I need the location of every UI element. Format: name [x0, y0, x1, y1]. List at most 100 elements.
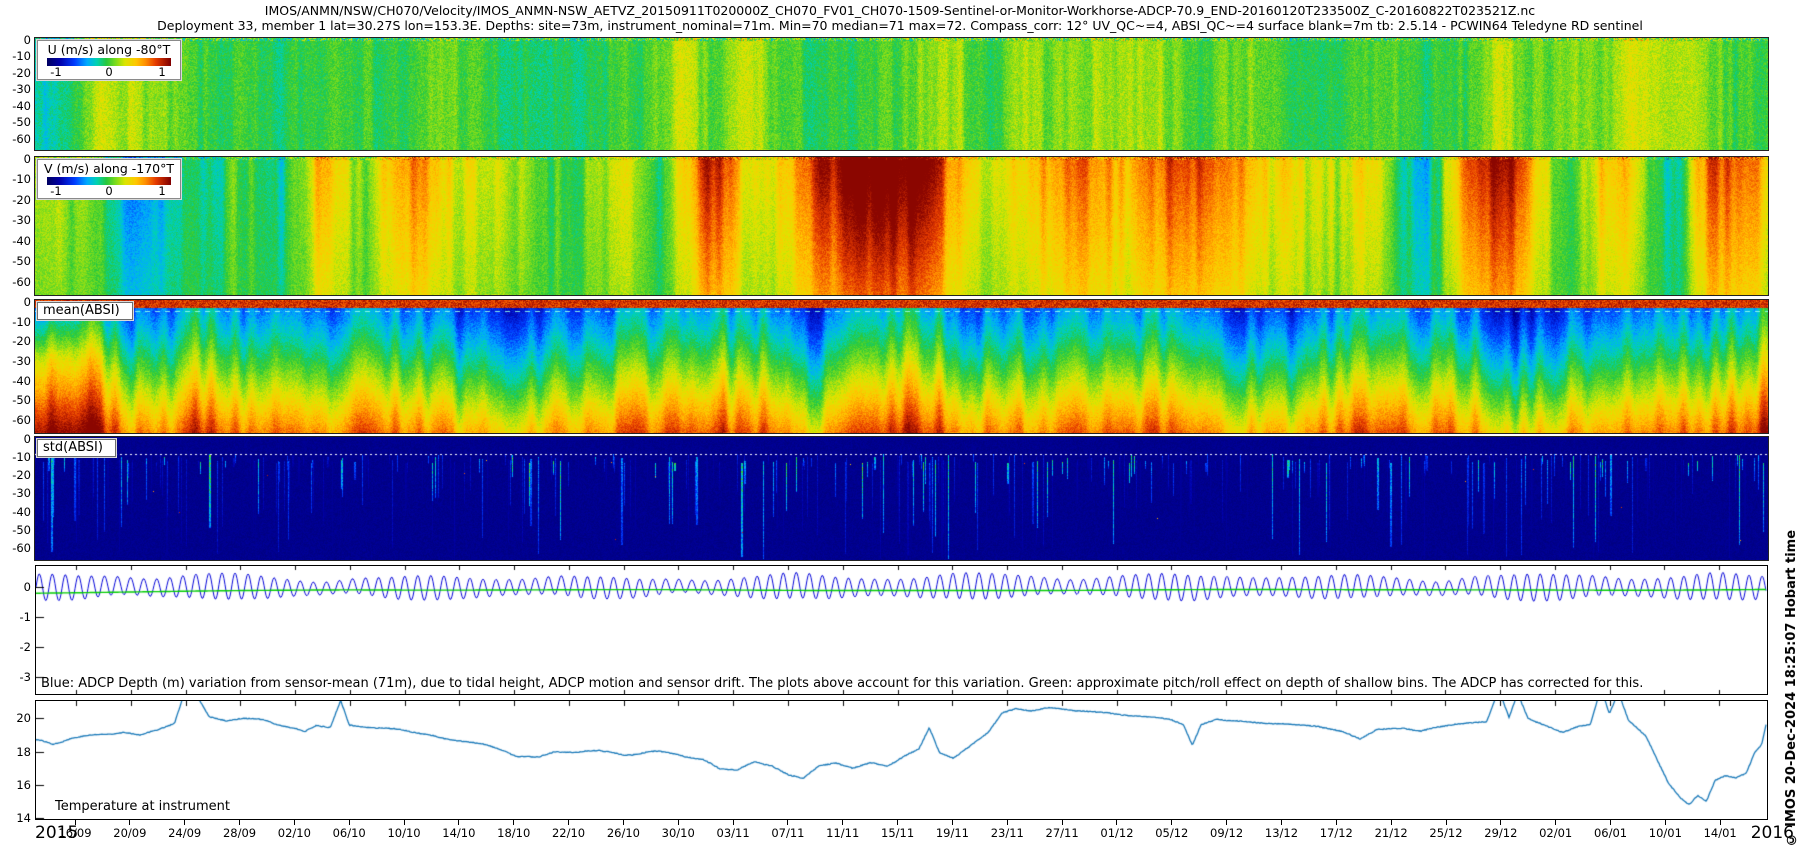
y-tick-label: -20 — [0, 334, 31, 348]
x-tick-mark — [1226, 820, 1227, 825]
temperature-label: Temperature at instrument — [55, 799, 230, 814]
x-tick-label: 21/12 — [1375, 826, 1408, 840]
temperature-plot — [36, 701, 1767, 819]
y-tick-label: 20 — [0, 711, 31, 725]
y-tick-label: -20 — [0, 193, 31, 207]
x-tick-label: 30/10 — [662, 826, 695, 840]
y-tick-label: -20 — [0, 468, 31, 482]
x-tick-label: 20/09 — [113, 826, 146, 840]
figure-subtitle: Deployment 33, member 1 lat=30.27S lon=1… — [0, 18, 1800, 33]
u-velocity-heatmap — [35, 38, 1768, 150]
x-tick-mark — [1555, 820, 1556, 825]
x-tick-label: 06/01 — [1594, 826, 1627, 840]
y-tick-label: -10 — [0, 172, 31, 186]
std-absi-heatmap — [35, 437, 1768, 560]
x-tick-mark — [842, 820, 843, 825]
x-tick-label: 17/12 — [1320, 826, 1353, 840]
x-tick-label: 03/11 — [717, 826, 750, 840]
u-colorbar-ticks: -1 0 1 — [41, 66, 177, 79]
x-tick-label: 10/01 — [1649, 826, 1682, 840]
y-tick-label: 0 — [0, 33, 31, 47]
x-tick-label: 11/11 — [826, 826, 859, 840]
x-tick-mark — [404, 820, 405, 825]
v-colorbar-tick-max: 1 — [158, 184, 165, 198]
y-tick-label: 0 — [0, 295, 31, 309]
temperature-panel: Temperature at instrument — [35, 700, 1768, 820]
y-tick-label: -20 — [0, 66, 31, 80]
x-tick-mark — [1500, 820, 1501, 825]
x-tick-label: 13/12 — [1265, 826, 1298, 840]
y-tick-label: -50 — [0, 115, 31, 129]
x-tick-mark — [897, 820, 898, 825]
std-absi-panel: std(ABSI) — [35, 437, 1768, 560]
x-tick-label: 29/12 — [1484, 826, 1517, 840]
y-tick-label: -60 — [0, 275, 31, 289]
x-tick-mark — [1062, 820, 1063, 825]
time-axis: 2015 2016 16/0920/0924/0928/0902/1006/10… — [35, 820, 1768, 848]
u-colorbar-tick-zero: 0 — [105, 65, 112, 79]
adcp-deployment-summary-figure: IMOS/ANMN/NSW/CH070/Velocity/IMOS_ANMN-N… — [0, 0, 1800, 850]
x-tick-label: 16/09 — [58, 826, 91, 840]
y-tick-label: -30 — [0, 486, 31, 500]
x-tick-label: 26/10 — [607, 826, 640, 840]
x-tick-label: 05/12 — [1155, 826, 1188, 840]
x-tick-mark — [787, 820, 788, 825]
x-tick-mark — [513, 820, 514, 825]
x-tick-mark — [733, 820, 734, 825]
v-legend-title: V (m/s) along -170°T — [41, 161, 177, 176]
y-tick-label: -30 — [0, 82, 31, 96]
y-tick-label: 0 — [0, 580, 31, 594]
v-colorbar-ticks: -1 0 1 — [41, 185, 177, 198]
y-tick-label: -1 — [0, 610, 31, 624]
y-tick-label: -60 — [0, 132, 31, 146]
x-tick-label: 19/11 — [936, 826, 969, 840]
y-tick-label: -40 — [0, 374, 31, 388]
x-tick-label: 09/12 — [1210, 826, 1243, 840]
x-tick-label: 10/10 — [387, 826, 420, 840]
x-tick-label: 23/11 — [991, 826, 1024, 840]
v-colorbar-tick-min: -1 — [50, 184, 61, 198]
x-tick-mark — [1336, 820, 1337, 825]
x-tick-mark — [1116, 820, 1117, 825]
std-absi-label: std(ABSI) — [37, 439, 116, 457]
y-tick-label: -60 — [0, 541, 31, 555]
x-tick-mark — [458, 820, 459, 825]
mean-absi-heatmap — [35, 300, 1768, 433]
x-tick-label: 15/11 — [881, 826, 914, 840]
v-velocity-heatmap — [35, 157, 1768, 295]
x-tick-label: 22/10 — [552, 826, 585, 840]
y-tick-label: -60 — [0, 413, 31, 427]
x-tick-label: 02/10 — [278, 826, 311, 840]
x-tick-mark — [623, 820, 624, 825]
x-tick-mark — [952, 820, 953, 825]
x-tick-label: 24/09 — [168, 826, 201, 840]
x-tick-mark — [1610, 820, 1611, 825]
x-tick-mark — [1171, 820, 1172, 825]
x-tick-label: 18/10 — [497, 826, 530, 840]
x-tick-mark — [1007, 820, 1008, 825]
y-tick-label: 0 — [0, 152, 31, 166]
x-tick-label: 28/09 — [223, 826, 256, 840]
y-tick-label: -3 — [0, 670, 31, 684]
u-colorbar-tick-min: -1 — [50, 65, 61, 79]
x-tick-label: 06/10 — [333, 826, 366, 840]
x-tick-label: 01/12 — [1100, 826, 1133, 840]
y-tick-label: 14 — [0, 811, 31, 825]
x-tick-mark — [294, 820, 295, 825]
y-tick-label: -30 — [0, 354, 31, 368]
x-tick-mark — [1665, 820, 1666, 825]
x-tick-label: 14/10 — [442, 826, 475, 840]
y-tick-label: -40 — [0, 234, 31, 248]
u-colorbar-legend: U (m/s) along -80°T -1 0 1 — [37, 40, 181, 80]
y-tick-label: -50 — [0, 523, 31, 537]
x-tick-label: 07/11 — [771, 826, 804, 840]
y-tick-label: -40 — [0, 505, 31, 519]
y-tick-label: 0 — [0, 432, 31, 446]
y-tick-label: 18 — [0, 745, 31, 759]
y-tick-label: -2 — [0, 640, 31, 654]
x-tick-mark — [239, 820, 240, 825]
x-tick-mark — [1281, 820, 1282, 825]
x-tick-mark — [568, 820, 569, 825]
x-tick-mark — [129, 820, 130, 825]
v-colorbar-legend: V (m/s) along -170°T -1 0 1 — [37, 159, 181, 199]
